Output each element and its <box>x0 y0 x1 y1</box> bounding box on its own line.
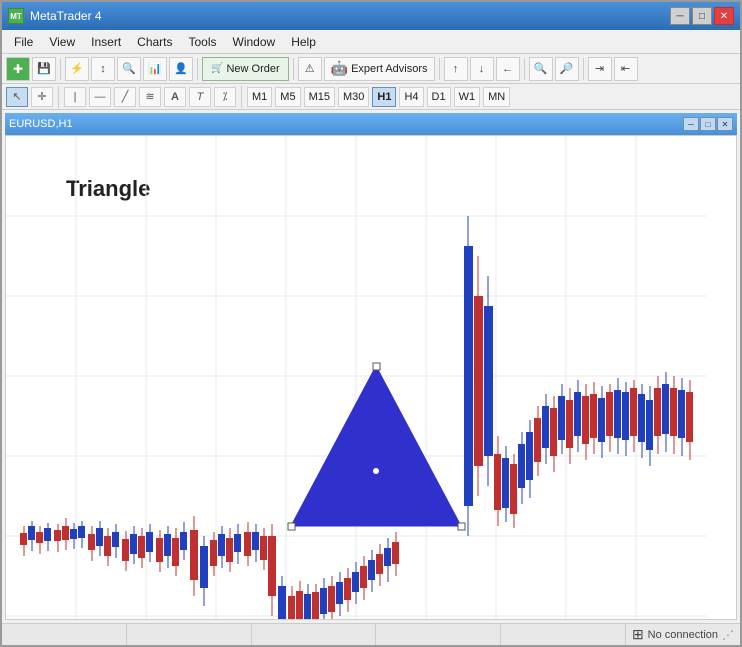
extra2-button[interactable]: ⇤ <box>614 57 638 81</box>
sep3 <box>293 58 294 80</box>
tf-mn[interactable]: MN <box>483 87 510 107</box>
chart-up-button[interactable]: ↑ <box>444 57 468 81</box>
toolbar-drawing: ↖ ✛ | — ╱ ≋ A T ⁒ M1 M5 M15 M30 H1 H4 D1… <box>2 84 740 110</box>
draw-sep2 <box>241 86 242 108</box>
new-order-button[interactable]: 🛒 New Order <box>202 57 289 81</box>
menu-file[interactable]: File <box>6 33 41 51</box>
menu-window[interactable]: Window <box>225 33 284 51</box>
zoom-in-button[interactable]: 🔍 <box>529 57 553 81</box>
status-bar: ⊞ No connection ⋰ <box>2 623 740 645</box>
title-bar-text: MetaTrader 4 <box>30 9 102 23</box>
title-bar: MT MetaTrader 4 ─ □ ✕ <box>2 2 740 30</box>
inner-close[interactable]: ✕ <box>717 117 733 131</box>
tf-m30[interactable]: M30 <box>338 87 369 107</box>
fib-tool[interactable]: ⁒ <box>214 87 236 107</box>
status-right: ⊞ No connection ⋰ <box>626 626 740 643</box>
draw-sep1 <box>58 86 59 108</box>
app-icon: MT <box>8 8 24 24</box>
chart-down-button[interactable]: ↓ <box>470 57 494 81</box>
close-button[interactable]: ✕ <box>714 7 734 25</box>
inner-title-controls: ─ □ ✕ <box>683 117 733 131</box>
chart-button[interactable]: 📊 <box>143 57 167 81</box>
extra1-button[interactable]: ⇥ <box>588 57 612 81</box>
menu-help[interactable]: Help <box>283 33 324 51</box>
save-button[interactable]: 💾 <box>32 57 56 81</box>
status-seg-2 <box>127 624 252 645</box>
tf-m5[interactable]: M5 <box>275 87 300 107</box>
status-seg-3 <box>252 624 377 645</box>
inner-maximize[interactable]: □ <box>700 117 716 131</box>
connect-button[interactable]: ⚡ <box>65 57 89 81</box>
resize-icon: ⋰ <box>722 628 734 642</box>
alert-button[interactable]: ⚠ <box>298 57 322 81</box>
chart-left-button[interactable]: ← <box>496 57 520 81</box>
inner-title-bar: EURUSD,H1 ─ □ ✕ <box>5 113 737 135</box>
cursor-tool[interactable]: ↖ <box>6 87 28 107</box>
triangle-polygon[interactable] <box>291 366 461 526</box>
status-seg-1 <box>2 624 127 645</box>
vertical-line-tool[interactable]: | <box>64 87 86 107</box>
zoom-button[interactable]: 🔍 <box>117 57 141 81</box>
tf-h4[interactable]: H4 <box>399 87 423 107</box>
sep6 <box>583 58 584 80</box>
status-seg-5 <box>501 624 626 645</box>
expert-advisors-button[interactable]: 🤖 Expert Advisors <box>324 57 435 81</box>
toolbar-main: ✚ 💾 ⚡ ↕ 🔍 📊 👤 🛒 New Order ⚠ 🤖 Expert Adv… <box>2 54 740 84</box>
chart-area[interactable]: Triangle <box>5 135 737 620</box>
status-segments <box>2 624 626 645</box>
connection-icon: ⊞ <box>632 626 644 643</box>
tf-m15[interactable]: M15 <box>304 87 335 107</box>
text-tool[interactable]: A <box>164 87 186 107</box>
menu-insert[interactable]: Insert <box>83 33 129 51</box>
status-seg-4 <box>376 624 501 645</box>
crosshair-tool[interactable]: ✛ <box>31 87 53 107</box>
new-chart-button[interactable]: ✚ <box>6 57 30 81</box>
sep2 <box>197 58 198 80</box>
chart-svg <box>6 136 736 619</box>
minimize-button[interactable]: ─ <box>670 7 690 25</box>
handle-top <box>373 363 380 370</box>
connection-status: No connection <box>648 629 718 641</box>
brush-tool[interactable]: ≋ <box>139 87 161 107</box>
tf-m1[interactable]: M1 <box>247 87 272 107</box>
text-tool2[interactable]: T <box>189 87 211 107</box>
inner-title-text: EURUSD,H1 <box>9 118 73 130</box>
sep5 <box>524 58 525 80</box>
main-window: MT MetaTrader 4 ─ □ ✕ File View Insert C… <box>0 0 742 647</box>
menu-tools[interactable]: Tools <box>181 33 225 51</box>
inner-minimize[interactable]: ─ <box>683 117 699 131</box>
sep1 <box>60 58 61 80</box>
handle-bottom-left <box>288 523 295 530</box>
tf-w1[interactable]: W1 <box>454 87 481 107</box>
sep4 <box>439 58 440 80</box>
trendline-tool[interactable]: ╱ <box>114 87 136 107</box>
zoom-out-button[interactable]: 🔎 <box>555 57 579 81</box>
horizontal-line-tool[interactable]: — <box>89 87 111 107</box>
menu-view[interactable]: View <box>41 33 83 51</box>
tf-d1[interactable]: D1 <box>427 87 451 107</box>
title-bar-controls: ─ □ ✕ <box>670 7 734 25</box>
arrow-button[interactable]: ↕ <box>91 57 115 81</box>
profile-button[interactable]: 👤 <box>169 57 193 81</box>
menu-bar: File View Insert Charts Tools Window Hel… <box>2 30 740 54</box>
maximize-button[interactable]: □ <box>692 7 712 25</box>
handle-bottom-right <box>458 523 465 530</box>
tf-h1[interactable]: H1 <box>372 87 396 107</box>
title-bar-left: MT MetaTrader 4 <box>8 8 102 24</box>
menu-charts[interactable]: Charts <box>129 33 180 51</box>
